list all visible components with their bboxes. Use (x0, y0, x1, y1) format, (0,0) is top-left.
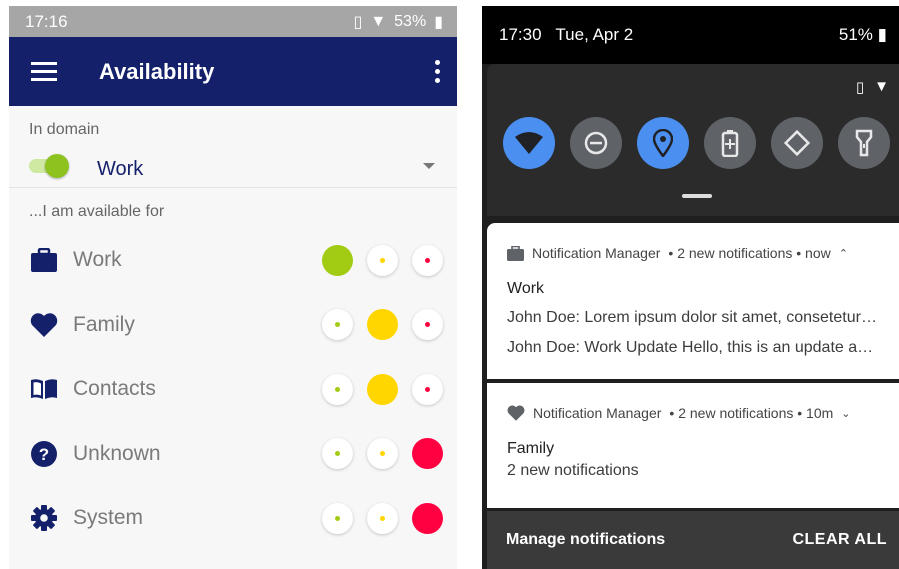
status-time: 17:30 (499, 25, 542, 44)
wifi-icon: ▼ (874, 78, 889, 95)
notification-card-family[interactable]: Notification Manager • 2 new notificatio… (487, 383, 899, 508)
chevron-up-icon[interactable]: ⌃ (839, 247, 848, 260)
level-option-1[interactable] (322, 244, 353, 276)
app-bar: Availability (9, 37, 457, 106)
level-option-2[interactable] (367, 438, 398, 470)
level-option-3[interactable] (412, 438, 443, 470)
notification-card-work[interactable]: Notification Manager • 2 new notificatio… (487, 223, 899, 379)
heart-icon (507, 405, 525, 421)
manage-notifications-button[interactable]: Manage notifications (506, 531, 665, 549)
wifi-icon[interactable] (503, 117, 555, 169)
domain-label: In domain (29, 121, 100, 138)
notification-app-name: Notification Manager (533, 405, 662, 421)
location-icon[interactable] (637, 117, 689, 169)
chevron-down-icon[interactable]: ⌄ (841, 407, 850, 420)
notification-message[interactable]: 2 new notifications (487, 462, 899, 480)
battery-icon: ▮ (872, 25, 887, 44)
available-label: ...I am available for (29, 203, 165, 220)
notification-shade: 17:30 Tue, Apr 2 51% ▮ ▯ ▼ Notification … (482, 6, 899, 569)
level-option-3[interactable] (412, 502, 443, 534)
category-row-work: Work (9, 228, 457, 293)
svg-text:?: ? (39, 445, 49, 464)
battery-level: 53% (394, 12, 427, 30)
level-option-1[interactable] (322, 309, 353, 341)
category-row-unknown: ? Unknown (9, 422, 457, 487)
category-row-system: System (9, 486, 457, 551)
flashlight-icon[interactable] (838, 117, 890, 169)
quick-settings-panel: ▯ ▼ (487, 64, 899, 216)
help-icon: ? (29, 439, 59, 469)
notification-meta: • 2 new notifications • 10m (669, 405, 834, 421)
status-time: 17:16 (25, 11, 68, 31)
status-bar: 17:16 ▯ ▼ 53% ▮ (9, 6, 457, 37)
gear-icon (29, 503, 59, 533)
level-option-2[interactable] (367, 502, 398, 534)
notification-title: Family (507, 440, 555, 457)
level-option-1[interactable] (322, 438, 353, 470)
level-option-3[interactable] (412, 309, 443, 341)
dropdown-arrow-icon[interactable] (423, 162, 435, 169)
heart-icon (29, 310, 59, 340)
domain-toggle[interactable] (29, 152, 69, 180)
category-label: Unknown (73, 441, 161, 465)
battery-saver-icon[interactable] (704, 117, 756, 169)
auto-rotate-icon[interactable] (771, 117, 823, 169)
status-bar: 17:30 Tue, Apr 2 51% ▮ (482, 6, 899, 64)
category-label: Contacts (73, 377, 156, 401)
domain-selector[interactable]: Work (9, 144, 457, 188)
notification-app-name: Notification Manager (532, 245, 661, 261)
clear-all-button[interactable]: CLEAR ALL (792, 531, 887, 549)
category-label: System (73, 506, 144, 530)
domain-value: Work (97, 158, 144, 180)
vibrate-icon: ▯ (353, 13, 363, 31)
battery-level: 51% (838, 25, 873, 44)
level-option-3[interactable] (412, 373, 443, 405)
category-label: Family (73, 312, 135, 336)
level-option-3[interactable] (412, 244, 443, 276)
wifi-icon: ▼ (370, 12, 387, 30)
vibrate-icon: ▯ (855, 79, 865, 96)
briefcase-icon (507, 245, 524, 261)
level-option-1[interactable] (322, 373, 353, 405)
category-row-family: Family (9, 293, 457, 358)
level-option-2[interactable] (367, 244, 398, 276)
level-option-2[interactable] (367, 309, 398, 341)
notification-message[interactable]: John Doe: Lorem ipsum dolor sit amet, co… (487, 309, 899, 327)
notification-message[interactable]: John Doe: Work Update Hello, this is an … (487, 339, 899, 357)
level-option-2[interactable] (367, 373, 398, 405)
battery-icon: ▮ (434, 13, 443, 31)
availability-screen: 17:16 ▯ ▼ 53% ▮ Availability In domain W… (9, 6, 457, 569)
briefcase-icon (29, 245, 59, 275)
do-not-disturb-icon[interactable] (570, 117, 622, 169)
drag-handle[interactable] (682, 194, 712, 198)
book-icon (29, 374, 59, 404)
more-options-icon[interactable] (431, 60, 443, 83)
menu-icon[interactable] (31, 62, 57, 81)
status-date: Tue, Apr 2 (555, 25, 634, 44)
notification-meta: • 2 new notifications • now (668, 245, 831, 261)
category-row-contacts: Contacts (9, 357, 457, 422)
level-option-1[interactable] (322, 502, 353, 534)
page-title: Availability (99, 58, 215, 84)
notification-footer: Manage notifications CLEAR ALL (487, 511, 899, 569)
notification-title: Work (507, 280, 545, 297)
category-label: Work (73, 248, 122, 272)
category-list: Work Family Contacts ? Unknown System (9, 228, 457, 551)
